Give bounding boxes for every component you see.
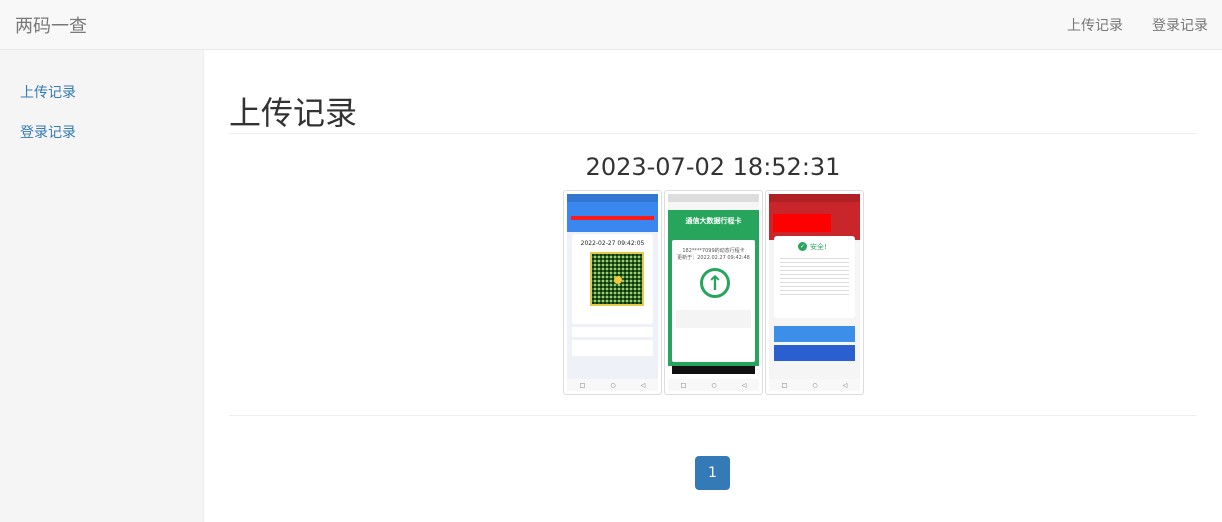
health-info-row — [572, 340, 653, 356]
record-image-group: 2022-02-27 09:42:05 □ ○ ◁ 通信大数据行程卡 182****… — [563, 190, 864, 395]
health-header — [567, 194, 658, 232]
check-icon: ✓ — [798, 242, 807, 251]
phone-nav-bar: □ ○ ◁ — [567, 379, 658, 391]
safety-header — [769, 194, 860, 240]
sidebar: 上传记录 登录记录 — [0, 50, 204, 522]
banner-2 — [774, 345, 855, 361]
safety-check-screenshot[interactable]: ✓ 安全! □ ○ ◁ — [765, 190, 864, 395]
divider — [229, 415, 1197, 416]
travel-phone: 182****7099的动态行程卡 — [682, 248, 745, 254]
record-timestamp: 2023-07-02 18:52:31 — [585, 153, 841, 181]
travel-card-screen: 通信大数据行程卡 182****7099的动态行程卡 更新于：2022.02.2… — [668, 194, 759, 391]
health-code-screen: 2022-02-27 09:42:05 □ ○ ◁ — [567, 194, 658, 391]
travel-card-screenshot[interactable]: 通信大数据行程卡 182****7099的动态行程卡 更新于：2022.02.2… — [664, 190, 763, 395]
travel-title: 通信大数据行程卡 — [668, 210, 759, 240]
safety-screen: ✓ 安全! □ ○ ◁ — [769, 194, 860, 391]
divider — [229, 133, 1197, 134]
page-button-current[interactable]: 1 — [695, 456, 730, 490]
brand-title[interactable]: 两码一查 — [15, 12, 87, 38]
health-time: 2022-02-27 09:42:05 — [580, 240, 645, 247]
phone-nav-bar: □ ○ ◁ — [769, 379, 860, 391]
pagination: 1 — [695, 456, 730, 490]
redacted-bar — [571, 216, 654, 220]
page-title: 上传记录 — [229, 94, 358, 132]
safety-status: 安全! — [810, 243, 827, 251]
sidebar-item-upload[interactable]: 上传记录 — [20, 82, 76, 102]
nav-upload-records[interactable]: 上传记录 — [1067, 15, 1123, 35]
phone-nav-bar: □ ○ ◁ — [668, 379, 759, 391]
arrow-up-icon: ↑ — [700, 268, 730, 298]
nav-links: 上传记录 登录记录 — [1038, 0, 1208, 50]
redacted-block — [773, 214, 831, 232]
top-navbar: 两码一查 上传记录 登录记录 — [0, 0, 1222, 50]
qr-code-icon — [590, 252, 644, 306]
qr-card: 2022-02-27 09:42:05 — [572, 234, 653, 324]
safety-card: ✓ 安全! — [774, 236, 855, 318]
nav-login-records[interactable]: 登录记录 — [1152, 15, 1208, 35]
health-code-screenshot[interactable]: 2022-02-27 09:42:05 □ ○ ◁ — [563, 190, 662, 395]
travel-update: 更新于：2022.02.27 09:42:48 — [677, 255, 750, 261]
banner-1 — [774, 326, 855, 342]
sidebar-item-login[interactable]: 登录记录 — [20, 122, 76, 142]
health-menu-row — [572, 327, 653, 337]
main-content: 上传记录 2023-07-02 18:52:31 2022-02-27 09:4… — [229, 50, 1197, 522]
travel-card: 182****7099的动态行程卡 更新于：2022.02.27 09:42:4… — [672, 240, 755, 362]
